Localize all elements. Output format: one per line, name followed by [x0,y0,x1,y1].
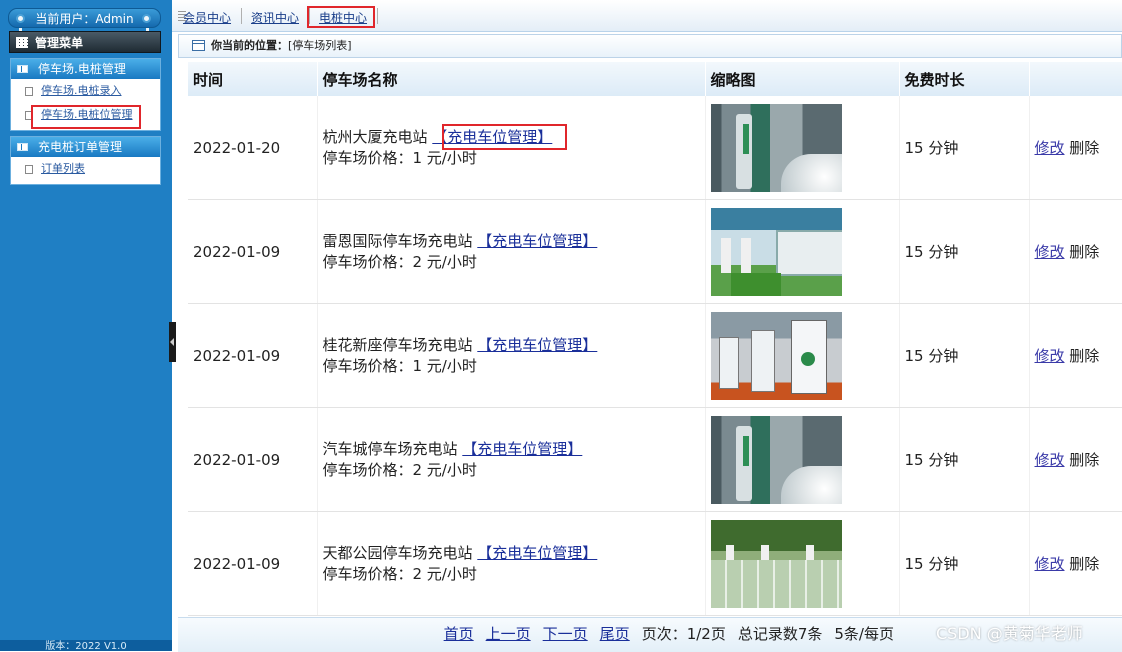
station-name: 桂花新座停车场充电站 [322,335,473,354]
delete-link[interactable]: 删除 [1069,347,1099,365]
free-duration: 15 分钟 [899,511,1030,616]
time-cell: 2022-01-20 [188,96,318,200]
panel-icon [17,143,28,151]
sidebar-item-parking-entry[interactable]: 停车场.电桩录入 [11,79,160,103]
prev-page-link[interactable]: 上一页 [486,625,531,643]
total-records: 总记录数7条 [737,625,823,643]
station-name: 天都公园停车场充电站 [322,543,473,562]
sidebar-link[interactable]: 停车场.电桩位管理 [41,103,133,127]
free-duration: 15 分钟 [899,407,1030,512]
edit-link[interactable]: 修改 [1035,139,1065,157]
watermark: CSDN @黄菊华老师 [936,624,1083,643]
charging-bus-photo [710,207,842,296]
edit-link[interactable]: 修改 [1035,243,1065,261]
breadcrumb: 你当前的位置：[停车场列表] [178,34,1122,58]
free-duration: 15 分钟 [899,199,1030,304]
delete-link[interactable]: 删除 [1069,243,1099,261]
per-page-info: 5条/每页 [834,625,894,643]
parking-table: 时间 停车场名称 缩略图 免费时长 2022-01-20 杭州大厦充电站 【充电… [188,62,1122,616]
price-text: 停车场价格：2 元/小时 [322,252,477,271]
divider [309,8,310,24]
manage-slots-link[interactable]: 【充电车位管理】 [432,128,552,146]
price-text: 停车场价格：1 元/小时 [322,356,477,375]
manage-slots-link[interactable]: 【充电车位管理】 [477,544,597,562]
time-cell: 2022-01-09 [188,407,318,512]
time-cell: 2022-01-09 [188,511,318,616]
table-row: 2022-01-09 桂花新座停车场充电站 【充电车位管理】 停车场价格：1 元/… [188,303,1122,408]
panel-icon [17,65,28,73]
manage-slots-link[interactable]: 【充电车位管理】 [462,440,582,458]
nav-link-news[interactable]: 资讯中心 [251,9,299,26]
pin-icon [142,14,151,23]
manage-slots-link[interactable]: 【充电车位管理】 [477,232,597,250]
charging-piles-photo [710,311,842,400]
first-page-link[interactable]: 首页 [444,625,474,643]
sidebar-link[interactable]: 订单列表 [41,157,85,181]
sidebar-item-order-list[interactable]: 订单列表 [11,157,160,181]
grid-icon [16,37,28,48]
next-page-link[interactable]: 下一页 [543,625,588,643]
sidebar-item-parking-manage[interactable]: 停车场.电桩位管理 [11,103,160,127]
menu-group-header[interactable]: 充电桩订单管理 [11,137,160,157]
nav-link-member[interactable]: 会员中心 [183,9,231,26]
price-text: 停车场价格：2 元/小时 [322,564,477,583]
document-icon [25,165,33,174]
pin-icon [16,14,25,23]
menu-group-orders: 充电桩订单管理 订单列表 [10,136,161,185]
current-user-badge: 当前用户：Admin [8,8,161,28]
station-name: 杭州大厦充电站 [322,127,428,146]
charging-station-photo [710,103,842,192]
menu-group-header[interactable]: 停车场.电桩管理 [11,59,160,79]
time-cell: 2022-01-09 [188,199,318,304]
edit-link[interactable]: 修改 [1035,451,1065,469]
document-icon [25,111,33,120]
divider [377,8,378,24]
green-parking-lot-photo [710,519,842,608]
collapse-handle[interactable] [169,322,176,362]
column-header: 时间 [188,62,318,96]
table-row: 2022-01-09 雷恩国际停车场充电站 【充电车位管理】 停车场价格：2 元/… [188,199,1122,304]
last-page-link[interactable]: 尾页 [600,625,630,643]
table-header-row: 时间 停车场名称 缩略图 免费时长 [188,62,1122,96]
price-text: 停车场价格：1 元/小时 [322,148,477,167]
charging-station-photo [710,415,842,504]
price-text: 停车场价格：2 元/小时 [322,460,477,479]
window-icon [192,40,205,51]
time-cell: 2022-01-09 [188,303,318,408]
delete-link[interactable]: 删除 [1069,139,1099,157]
manage-slots-link[interactable]: 【充电车位管理】 [477,336,597,354]
column-header: 免费时长 [899,62,1030,96]
divider [241,8,242,24]
version-label: 版本：2022 V1.0 [0,640,172,651]
sidebar: 当前用户：Admin 管理菜单 停车场.电桩管理 停车场.电桩录入 停车场.电桩… [0,0,172,651]
column-header: 停车场名称 [317,62,706,96]
delete-link[interactable]: 删除 [1069,451,1099,469]
page-info: 页次：1/2页 [641,625,726,643]
table-row: 2022-01-20 杭州大厦充电站 【充电车位管理】 停车场价格：1 元/小时 … [188,96,1122,200]
menu-group-parking: 停车场.电桩管理 停车场.电桩录入 停车场.电桩位管理 [10,58,161,131]
column-header [1029,62,1122,96]
menu-title: 管理菜单 [9,31,161,53]
column-header: 缩略图 [705,62,900,96]
top-nav: 会员中心 资讯中心 电桩中心 [172,0,1122,32]
table-row: 2022-01-09 天都公园停车场充电站 【充电车位管理】 停车场价格：2 元/… [188,511,1122,616]
free-duration: 15 分钟 [899,96,1030,200]
nav-link-charging[interactable]: 电桩中心 [319,9,367,26]
table-row: 2022-01-09 汽车城停车场充电站 【充电车位管理】停车场价格：2 元/小… [188,407,1122,512]
delete-link[interactable]: 删除 [1069,555,1099,573]
document-icon [25,87,33,96]
station-name: 汽车城停车场充电站 [322,439,458,458]
edit-link[interactable]: 修改 [1035,347,1065,365]
station-name: 雷恩国际停车场充电站 [322,231,473,250]
edit-link[interactable]: 修改 [1035,555,1065,573]
free-duration: 15 分钟 [899,303,1030,408]
sidebar-link[interactable]: 停车场.电桩录入 [41,79,122,103]
